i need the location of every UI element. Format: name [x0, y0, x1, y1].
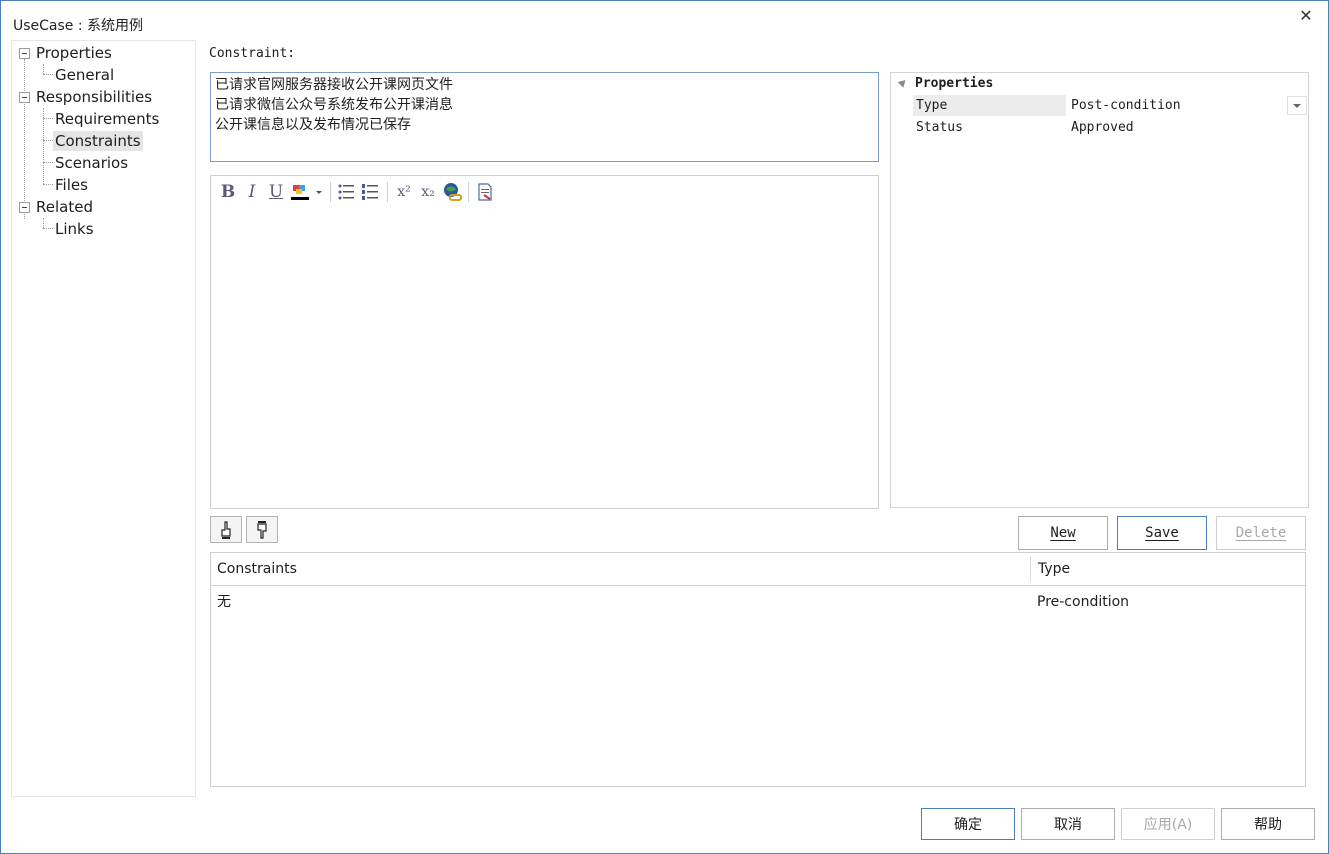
column-header-type[interactable]: Type	[1032, 553, 1302, 585]
chevron-down-icon[interactable]	[1287, 96, 1307, 115]
move-down-button[interactable]	[246, 516, 278, 543]
help-button[interactable]: 帮助	[1221, 808, 1315, 840]
toolbar-separator	[468, 182, 469, 202]
tree-item-responsibilities[interactable]: Responsibilities	[34, 87, 154, 107]
toolbar-separator	[387, 182, 388, 202]
superscript-icon[interactable]: x²	[392, 180, 416, 204]
properties-grid: Properties Type Post-condition Status Ap…	[890, 72, 1309, 508]
collapse-icon[interactable]	[19, 202, 30, 213]
property-row-status[interactable]: Status Approved	[913, 117, 1309, 138]
tree-connector	[43, 74, 53, 75]
tree-item-scenarios[interactable]: Scenarios	[53, 153, 130, 173]
tree-item-general[interactable]: General	[53, 65, 116, 85]
save-button[interactable]: Save	[1117, 516, 1207, 550]
property-status-value[interactable]: Approved	[1071, 117, 1134, 138]
properties-header: Properties	[915, 76, 994, 91]
hand-down-icon	[257, 520, 267, 539]
tree-item-related[interactable]: Related	[34, 197, 95, 217]
tree-item-files[interactable]: Files	[53, 175, 90, 195]
constraint-line: 已请求微信公众号系统发布公开课消息	[215, 97, 453, 113]
close-icon[interactable]: ✕	[1297, 7, 1315, 25]
column-header-constraints[interactable]: Constraints	[211, 553, 1030, 585]
document-icon[interactable]	[473, 180, 497, 204]
tree-connector	[43, 218, 44, 228]
constraint-line: 已请求官网服务器接收公开课网页文件	[215, 77, 453, 93]
new-button[interactable]: New	[1018, 516, 1108, 550]
toolbar-separator	[330, 182, 331, 202]
font-color-icon[interactable]	[288, 180, 312, 204]
chevron-down-icon[interactable]	[312, 180, 326, 204]
ok-button[interactable]: 确定	[921, 808, 1015, 840]
property-type-value[interactable]: Post-condition	[1071, 95, 1181, 116]
apply-button[interactable]: 应用(A)	[1121, 808, 1215, 840]
table-row[interactable]: 无 Pre-condition	[211, 587, 1305, 617]
type-cell: Pre-condition	[1037, 594, 1130, 610]
tree-connector	[43, 162, 53, 163]
tree-connector	[43, 118, 53, 119]
italic-icon[interactable]: I	[240, 180, 264, 204]
cancel-button[interactable]: 取消	[1021, 808, 1115, 840]
subscript-icon[interactable]: x₂	[416, 180, 440, 204]
tree-connector	[43, 228, 53, 229]
bold-icon[interactable]: B	[216, 180, 240, 204]
underline-icon[interactable]: U	[264, 180, 288, 204]
dialog-window: UseCase : 系统用例 ✕ Properties General Resp…	[0, 0, 1329, 854]
tree-item-properties[interactable]: Properties	[34, 43, 114, 63]
tree-item-requirements[interactable]: Requirements	[53, 109, 161, 129]
tree-connector	[43, 64, 44, 74]
window-title: UseCase : 系统用例	[13, 18, 144, 34]
navigation-tree: Properties General Responsibilities Requ…	[11, 40, 196, 797]
tree-connector	[43, 140, 53, 141]
property-key: Type	[913, 95, 1066, 116]
hand-up-icon	[221, 520, 231, 539]
table-header: Constraints Type	[211, 553, 1305, 586]
constraint-label: Constraint:	[209, 46, 296, 61]
tree-connector	[43, 184, 53, 185]
hyperlink-icon[interactable]	[440, 180, 464, 204]
constraint-line: 公开课信息以及发布情况已保存	[215, 117, 411, 133]
collapse-caret-icon[interactable]	[897, 77, 909, 88]
numbered-list-icon[interactable]	[359, 180, 383, 204]
tree-item-constraints[interactable]: Constraints	[53, 131, 143, 151]
tree-connector	[43, 108, 44, 184]
tree-item-links[interactable]: Links	[53, 219, 96, 239]
column-separator[interactable]	[1030, 556, 1031, 582]
constraints-table: Constraints Type 无 Pre-condition	[210, 552, 1306, 787]
notes-editor[interactable]: B I U x² x₂	[210, 175, 879, 509]
property-row-type[interactable]: Type Post-condition	[913, 95, 1309, 116]
collapse-icon[interactable]	[19, 92, 30, 103]
constraint-cell: 无	[217, 594, 231, 610]
property-key: Status	[916, 120, 963, 135]
constraint-name-input[interactable]: 已请求官网服务器接收公开课网页文件 已请求微信公众号系统发布公开课消息 公开课信…	[210, 72, 879, 162]
formatting-toolbar: B I U x² x₂	[216, 179, 497, 205]
delete-button[interactable]: Delete	[1216, 516, 1306, 550]
move-up-button[interactable]	[210, 516, 242, 543]
collapse-icon[interactable]	[19, 48, 30, 59]
tree-connector	[24, 59, 25, 219]
bullet-list-icon[interactable]	[335, 180, 359, 204]
